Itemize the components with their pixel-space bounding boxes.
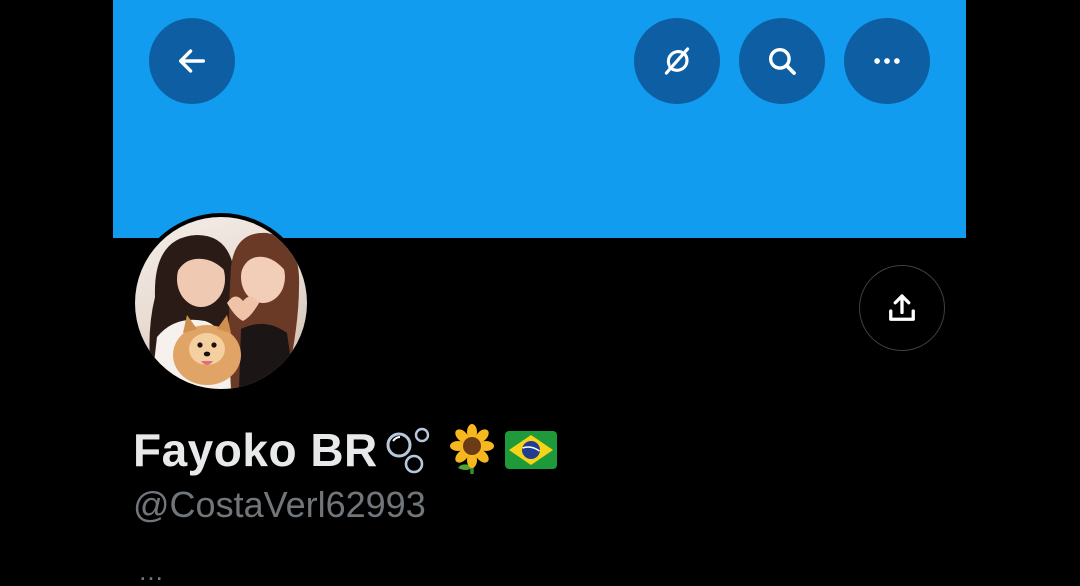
share-icon	[889, 294, 915, 321]
left-margin	[0, 0, 113, 571]
bubbles-icon	[384, 424, 440, 476]
display-name-row: Fayoko BR	[133, 420, 558, 480]
brazil-flag-icon	[504, 430, 558, 470]
bio-text-cut-off: …	[138, 556, 164, 586]
avatar[interactable]	[131, 213, 311, 393]
more-button[interactable]	[844, 18, 930, 104]
right-margin	[966, 0, 1080, 571]
avatar-photo	[135, 217, 307, 389]
arrow-left-icon	[178, 49, 206, 73]
profile-page: Fayoko BR @CostaVerl62993 …	[113, 0, 966, 584]
search-button[interactable]	[739, 18, 825, 104]
display-name: Fayoko BR	[133, 424, 378, 476]
sunflower-icon	[446, 424, 498, 476]
back-button[interactable]	[149, 18, 235, 104]
grok-button[interactable]	[634, 18, 720, 104]
more-horizontal-icon	[874, 58, 900, 64]
profile-handle: @CostaVerl62993	[133, 484, 426, 525]
share-button[interactable]	[859, 265, 945, 351]
grok-icon	[664, 47, 690, 75]
profile-banner[interactable]	[113, 0, 966, 238]
search-icon	[768, 47, 796, 75]
